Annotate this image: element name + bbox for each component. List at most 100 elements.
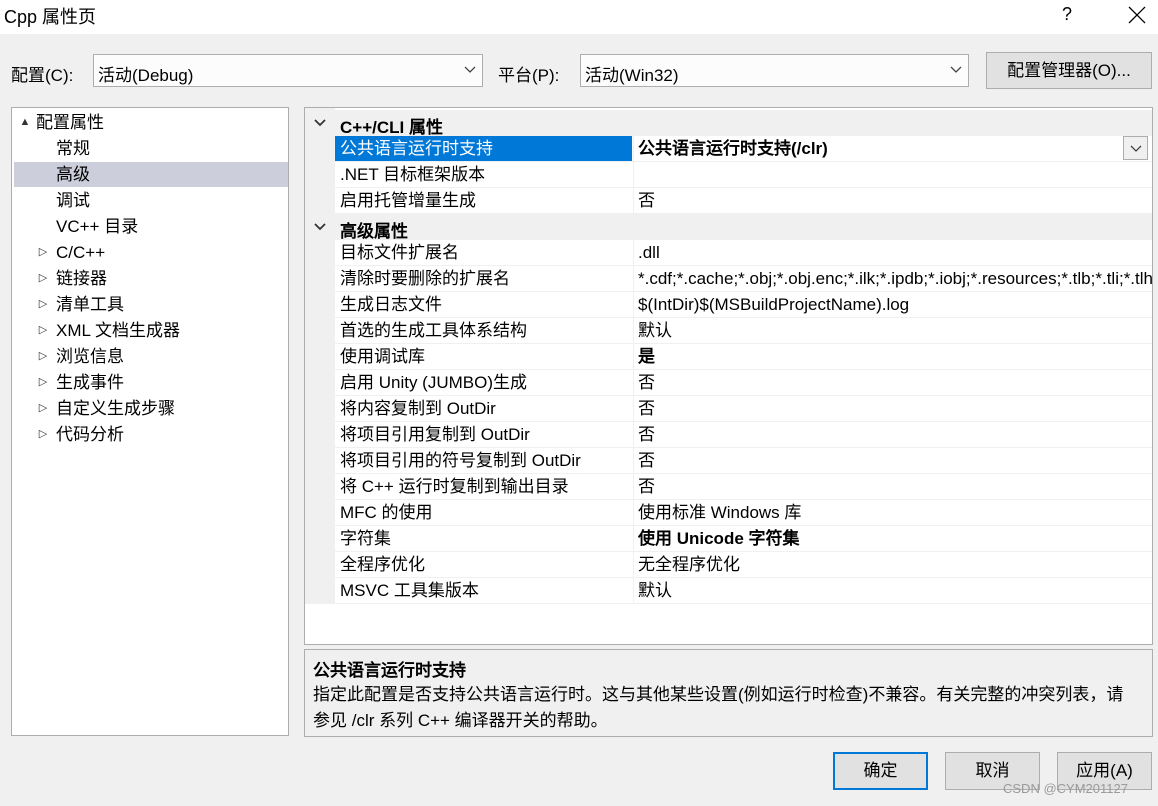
expand-triangle-icon[interactable]: ▷: [36, 370, 50, 395]
tree-item[interactable]: ▷ C/C++: [14, 240, 288, 265]
property-row[interactable]: 将项目引用复制到 OutDir 否: [335, 422, 1152, 448]
property-row[interactable]: 目标文件扩展名 .dll: [335, 240, 1152, 266]
expand-triangle-icon[interactable]: ▷: [36, 240, 50, 265]
tree-item-label: 自定义生成步骤: [56, 399, 175, 418]
property-value[interactable]: 使用 Unicode 字符集: [633, 526, 1152, 551]
grid-gutter: [305, 108, 335, 604]
property-name[interactable]: 将项目引用复制到 OutDir: [335, 422, 632, 447]
property-row[interactable]: 生成日志文件 $(IntDir)$(MSBuildProjectName).log: [335, 292, 1152, 318]
expand-triangle-icon[interactable]: ▷: [36, 318, 50, 343]
property-value[interactable]: 否: [633, 188, 1152, 213]
tree-item[interactable]: ▷ 生成事件: [14, 370, 288, 395]
tree-item[interactable]: 高级: [14, 162, 288, 187]
property-row[interactable]: 将 C++ 运行时复制到输出目录否: [335, 474, 1152, 500]
tree-item[interactable]: VC++ 目录: [14, 214, 288, 239]
property-row[interactable]: 将内容复制到 OutDir 否: [335, 396, 1152, 422]
expand-triangle-icon[interactable]: ▷: [36, 292, 50, 317]
expand-triangle-icon[interactable]: ▷: [36, 344, 50, 369]
property-row[interactable]: 全程序优化 无全程序优化: [335, 552, 1152, 578]
tree-item-label: 常规: [56, 139, 90, 158]
property-value[interactable]: 否: [633, 370, 1152, 395]
close-icon: [1128, 6, 1146, 24]
property-row[interactable]: MSVC 工具集版本 默认: [335, 578, 1152, 604]
property-tree[interactable]: ▲ 配置属性 常规 高级 调试 VC++ 目录 ▷ C/C++ ▷ 链接器 ▷ 清单工具 ▷ XML …: [11, 107, 289, 736]
ok-button[interactable]: 确定: [833, 752, 928, 790]
property-name[interactable]: 首选的生成工具体系结构: [335, 318, 632, 343]
property-row[interactable]: .NET 目标框架版本: [335, 162, 1152, 188]
tree-item[interactable]: ▷ XML 文档生成器: [14, 318, 288, 343]
tree-item-label: 调试: [56, 191, 90, 210]
property-value[interactable]: 默认: [633, 318, 1152, 343]
property-row[interactable]: 首选的生成工具体系结构 默认: [335, 318, 1152, 344]
expand-triangle-icon[interactable]: ▷: [36, 422, 50, 447]
property-name[interactable]: 将项目引用的符号复制到 OutDir: [335, 448, 632, 473]
property-name[interactable]: 全程序优化: [335, 552, 632, 577]
property-value-text: 否: [638, 191, 655, 210]
property-value[interactable]: .dll: [633, 240, 1152, 265]
property-row[interactable]: 字符集 使用 Unicode 字符集: [335, 526, 1152, 552]
property-value[interactable]: 否: [633, 448, 1152, 473]
tree-item[interactable]: ▷ 浏览信息: [14, 344, 288, 369]
property-name[interactable]: 生成日志文件: [335, 292, 632, 317]
property-row[interactable]: 清除时要删除的扩展名 *.cdf;*.cache;*.obj;*.obj.enc;…: [335, 266, 1152, 292]
property-value[interactable]: [633, 162, 1152, 187]
property-value[interactable]: 使用标准 Windows 库: [633, 500, 1152, 525]
close-button[interactable]: [1118, 0, 1154, 30]
property-name[interactable]: 公共语言运行时支持: [335, 136, 632, 161]
description-text: 指定此配置是否支持公共语言运行时。这与其他某些设置(例如运行时检查)不兼容。有关…: [313, 685, 1124, 730]
property-value[interactable]: 否: [633, 422, 1152, 447]
property-row[interactable]: 将项目引用的符号复制到 OutDir 否: [335, 448, 1152, 474]
property-value[interactable]: 是: [633, 344, 1152, 369]
tree-item[interactable]: ▷ 代码分析: [14, 422, 288, 447]
expand-triangle-icon[interactable]: ▷: [36, 266, 50, 291]
property-name[interactable]: 启用 Unity (JUMBO)生成: [335, 370, 632, 395]
collapse-triangle-icon[interactable]: ▲: [18, 110, 32, 135]
chevron-down-icon: [464, 66, 476, 73]
tree-item-config-properties[interactable]: ▲ 配置属性: [14, 110, 288, 135]
property-name[interactable]: MSVC 工具集版本: [335, 578, 632, 603]
property-name[interactable]: 启用托管增量生成: [335, 188, 632, 213]
property-value[interactable]: 公共语言运行时支持(/clr): [633, 136, 1152, 161]
property-value-text: *.cdf;*.cache;*.obj;*.obj.enc;*.ilk;*.ip…: [638, 269, 1152, 288]
property-row[interactable]: 使用调试库是: [335, 344, 1152, 370]
help-button[interactable]: ?: [1050, 0, 1084, 30]
tree-item[interactable]: ▷ 清单工具: [14, 292, 288, 317]
platform-dropdown[interactable]: 活动(Win32): [580, 54, 969, 87]
property-value[interactable]: $(IntDir)$(MSBuildProjectName).log: [633, 292, 1152, 317]
grid-category[interactable]: 高级属性: [305, 214, 1152, 241]
tree-item[interactable]: 常规: [14, 136, 288, 161]
property-name[interactable]: 使用调试库: [335, 344, 632, 369]
property-value[interactable]: 否: [633, 474, 1152, 499]
property-value[interactable]: 默认: [633, 578, 1152, 603]
tree-item-label: 代码分析: [56, 425, 124, 444]
expand-triangle-icon[interactable]: ▷: [36, 396, 50, 421]
tree-item[interactable]: 调试: [14, 188, 288, 213]
config-dropdown[interactable]: 活动(Debug): [93, 54, 483, 87]
tree-item[interactable]: ▷ 自定义生成步骤: [14, 396, 288, 421]
property-row[interactable]: 启用托管增量生成否: [335, 188, 1152, 214]
property-value-text: $(IntDir)$(MSBuildProjectName).log: [638, 295, 910, 314]
property-name[interactable]: 清除时要删除的扩展名: [335, 266, 632, 291]
property-value[interactable]: 无全程序优化: [633, 552, 1152, 577]
chevron-down-icon[interactable]: [313, 117, 327, 129]
grid-category[interactable]: C++/CLI 属性: [305, 110, 1152, 137]
property-name[interactable]: MFC 的使用: [335, 500, 632, 525]
property-value[interactable]: 否: [633, 396, 1152, 421]
config-value: 活动(Debug): [98, 66, 194, 85]
value-dropdown-button[interactable]: [1123, 136, 1148, 160]
tree-item[interactable]: ▷ 链接器: [14, 266, 288, 291]
property-row[interactable]: MFC 的使用 使用标准 Windows 库: [335, 500, 1152, 526]
property-row[interactable]: 启用 Unity (JUMBO)生成否: [335, 370, 1152, 396]
property-name[interactable]: 将内容复制到 OutDir: [335, 396, 632, 421]
tree-item-label: 链接器: [56, 269, 107, 288]
property-name[interactable]: .NET 目标框架版本: [335, 162, 632, 187]
chevron-down-icon[interactable]: [313, 221, 327, 233]
property-value[interactable]: *.cdf;*.cache;*.obj;*.obj.enc;*.ilk;*.ip…: [633, 266, 1152, 291]
category-name: 高级属性: [340, 222, 408, 241]
property-name[interactable]: 字符集: [335, 526, 632, 551]
property-row[interactable]: 公共语言运行时支持 公共语言运行时支持(/clr): [335, 136, 1152, 162]
property-grid[interactable]: C++/CLI 属性 公共语言运行时支持 公共语言运行时支持(/clr) .NET 目…: [304, 107, 1153, 645]
configuration-manager-button[interactable]: 配置管理器(O)...: [986, 52, 1152, 89]
property-name[interactable]: 目标文件扩展名: [335, 240, 632, 265]
property-name[interactable]: 将 C++ 运行时复制到输出目录: [335, 474, 632, 499]
